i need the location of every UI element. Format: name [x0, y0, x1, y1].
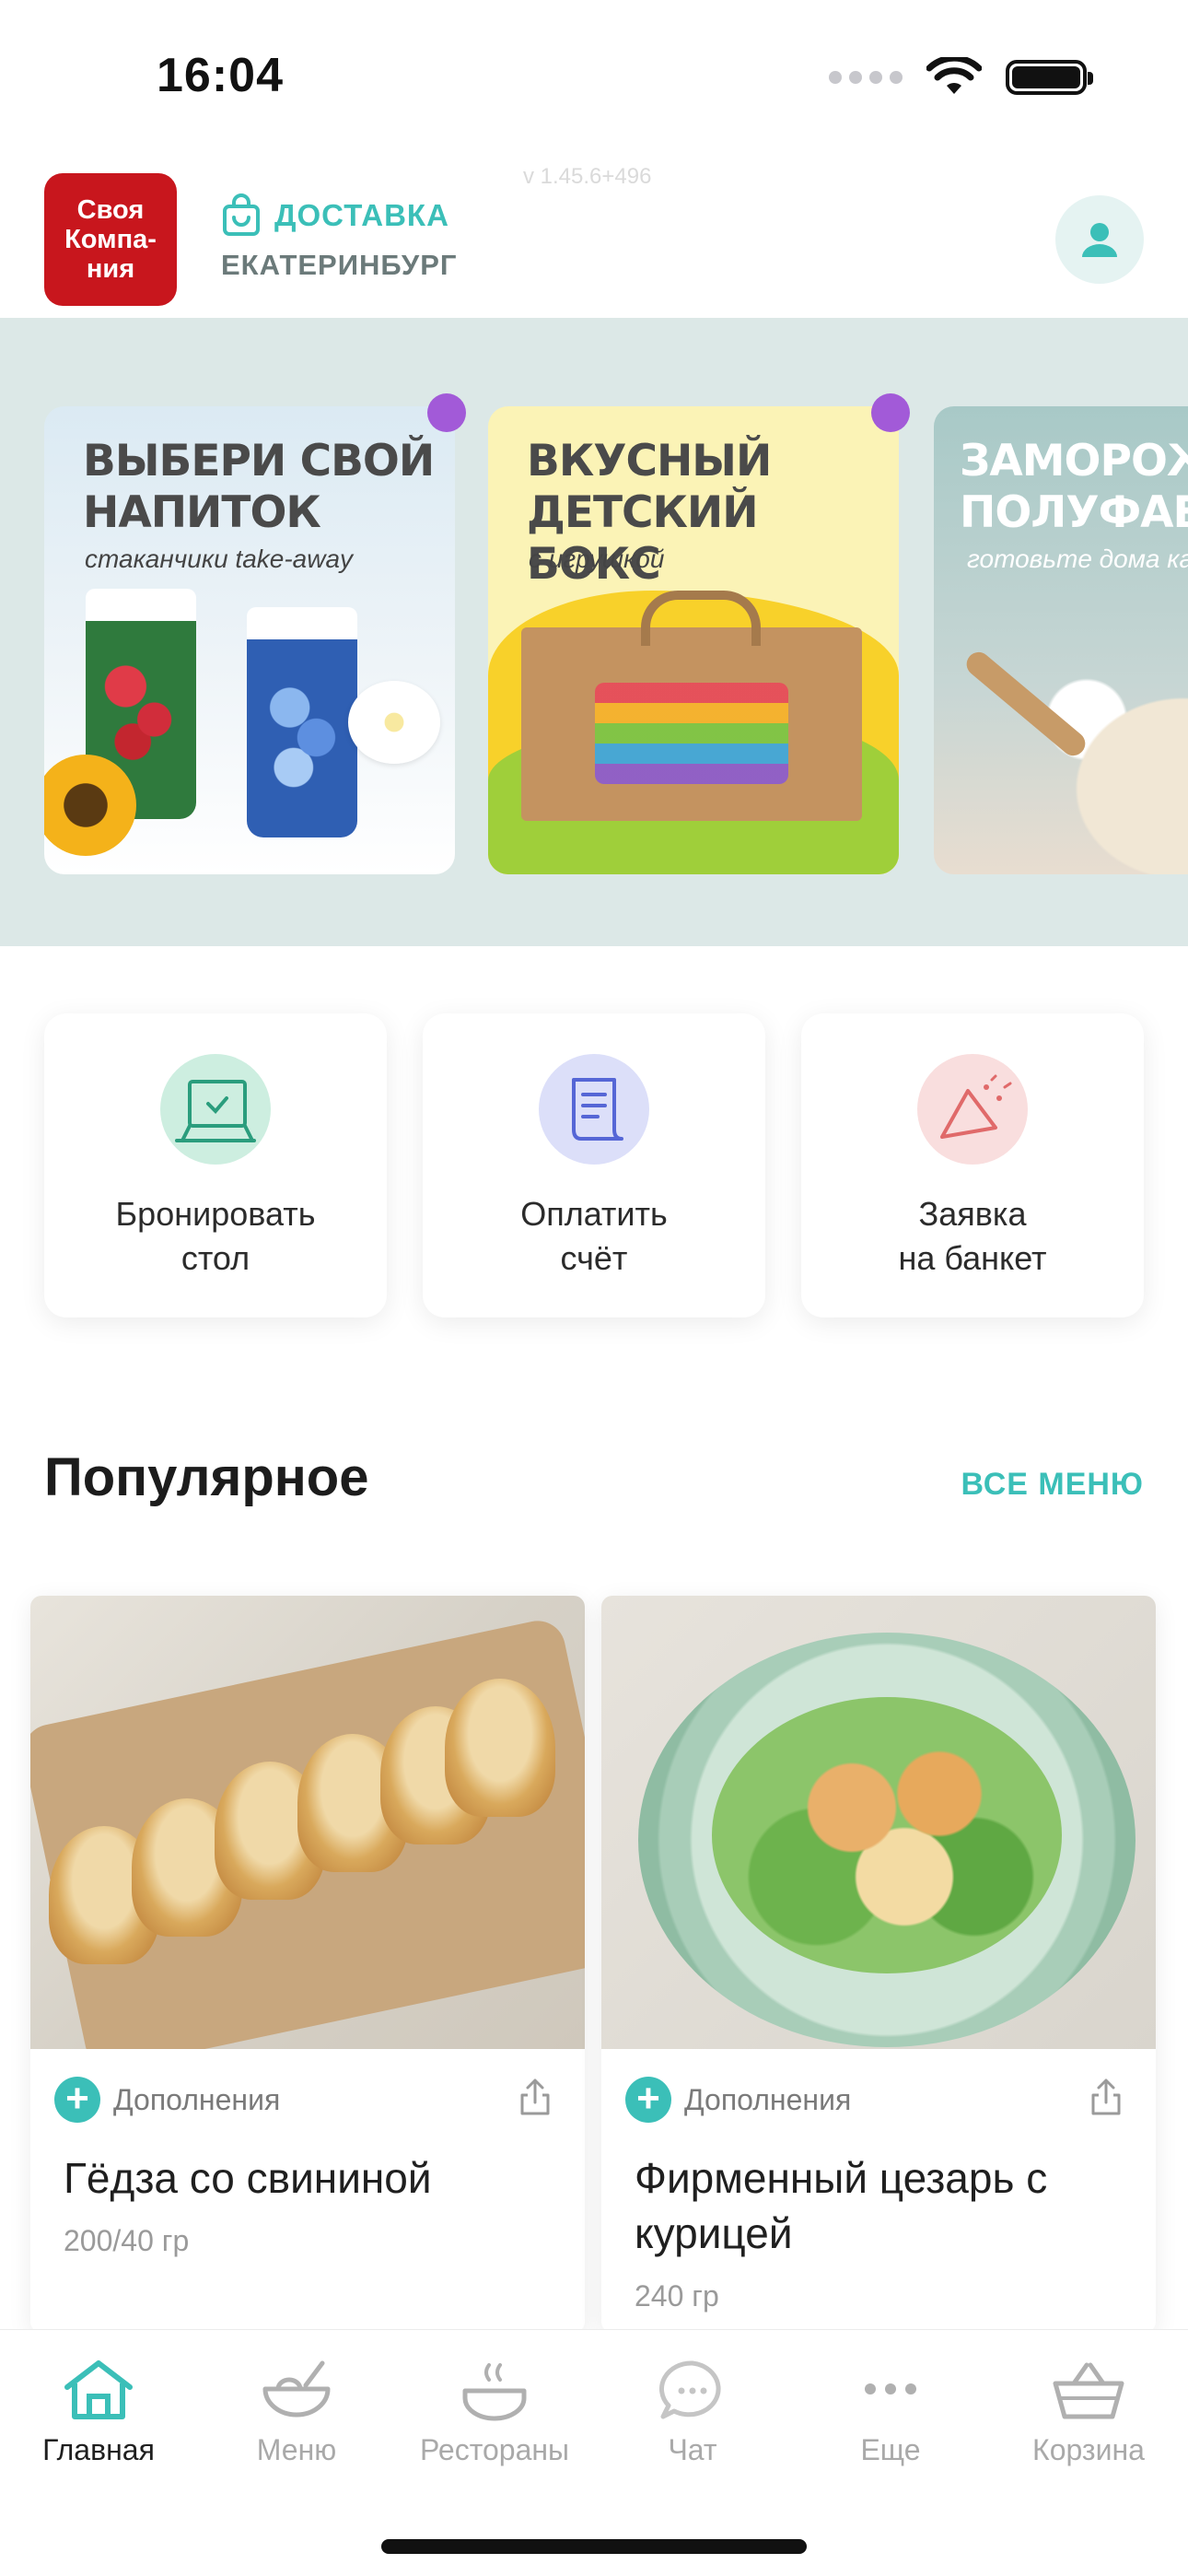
- product-weight: 240 гр: [635, 2279, 719, 2313]
- addons-button[interactable]: + Дополнения: [54, 2077, 280, 2123]
- banner-subtitle: готовьте дома как в: [967, 544, 1188, 573]
- more-icon: [865, 2383, 916, 2395]
- share-icon[interactable]: [1089, 2077, 1123, 2117]
- city-label[interactable]: ЕКАТЕРИНБУРГ: [221, 249, 457, 282]
- tab-chat[interactable]: Чат: [600, 2358, 785, 2467]
- addons-label: Дополнения: [113, 2082, 281, 2116]
- tab-label: Главная: [42, 2433, 155, 2466]
- status-bar: 16:04: [0, 0, 1188, 157]
- pay-bill-button[interactable]: Оплатить счёт: [423, 1013, 765, 1317]
- new-badge: [871, 393, 910, 432]
- action-label: Заявка на банкет: [898, 1195, 1047, 1277]
- brand-logo[interactable]: Своя Компа- ния: [44, 173, 177, 306]
- share-icon[interactable]: [518, 2077, 552, 2117]
- home-icon: [64, 2360, 133, 2419]
- book-table-button[interactable]: Бронировать стол: [44, 1013, 387, 1317]
- product-card[interactable]: + Дополнения Гёдза со свининой 200/40 гр: [30, 1596, 585, 2333]
- promo-banner-kids-box[interactable]: ВКУСНЫЙ ДЕТСКИЙ БОКС с игрушкой: [488, 393, 910, 874]
- chat-icon: [658, 2360, 721, 2419]
- party-icon: [917, 1054, 1028, 1165]
- product-name: Гёдза со свининой: [64, 2154, 432, 2202]
- tab-restaurants[interactable]: Рестораны: [402, 2358, 587, 2467]
- action-label: Оплатить счёт: [520, 1195, 668, 1277]
- banner-subtitle: с игрушкой: [529, 544, 665, 573]
- basket-icon: [1053, 2362, 1124, 2419]
- sunflower-illustration: [44, 755, 136, 856]
- delivery-label: ДОСТАВКА: [274, 198, 449, 232]
- plus-icon: +: [625, 2077, 671, 2123]
- shopping-bag-icon: [223, 193, 260, 236]
- bowl-icon: [262, 2360, 331, 2418]
- product-weight: 200/40 гр: [64, 2224, 190, 2257]
- promo-banner-frozen[interactable]: ЗАМОРОЖЕ ПОЛУФАБРИ готовьте дома как в: [934, 406, 1188, 874]
- logo-line-1: Своя: [76, 195, 145, 225]
- new-badge: [427, 393, 466, 432]
- plus-icon: +: [54, 2077, 100, 2123]
- tab-cart[interactable]: Корзина: [996, 2358, 1181, 2467]
- product-photo: [601, 1596, 1156, 2049]
- all-menu-link[interactable]: ВСЕ МЕНЮ: [961, 1467, 1144, 1503]
- box-illustration: [521, 591, 862, 821]
- addons-label: Дополнения: [684, 2082, 852, 2116]
- product-list: + Дополнения Гёдза со свининой 200/40 гр…: [30, 1596, 1188, 2333]
- promo-banner-drink[interactable]: ВЫБЕРИ СВОЙ НАПИТОК стаканчики take-away: [44, 393, 466, 874]
- banquet-request-button[interactable]: Заявка на банкет: [801, 1013, 1144, 1317]
- wifi-icon: [926, 57, 982, 94]
- quick-actions: Бронировать стол Оплатить счёт Заявка на…: [44, 1013, 1144, 1317]
- addons-button[interactable]: + Дополнения: [625, 2077, 851, 2123]
- tab-label: Чат: [668, 2433, 717, 2466]
- table-reserve-icon: [160, 1054, 271, 1165]
- signal-icon: [829, 71, 903, 84]
- tab-label: Меню: [256, 2433, 337, 2466]
- tab-label: Корзина: [1032, 2433, 1145, 2466]
- version-label: v 1.45.6+496: [523, 164, 652, 189]
- flower-illustration: [348, 681, 440, 764]
- tab-label: Рестораны: [419, 2433, 570, 2466]
- product-card[interactable]: + Дополнения Фирменный цезарь с курицей …: [601, 1596, 1156, 2333]
- cup-illustration: [247, 607, 357, 837]
- banner-title: ВЫБЕРИ СВОЙ НАПИТОК: [83, 436, 435, 538]
- logo-line-3: ния: [86, 254, 135, 284]
- tab-home[interactable]: Главная: [6, 2358, 191, 2467]
- user-icon: [1082, 223, 1117, 257]
- action-label: Бронировать стол: [115, 1195, 316, 1277]
- banner-title: ЗАМОРОЖЕ ПОЛУФАБРИ: [960, 436, 1188, 538]
- receipt-icon: [539, 1054, 649, 1165]
- status-time: 16:04: [157, 49, 284, 102]
- logo-line-2: Компа-: [64, 225, 157, 254]
- restaurant-icon: [462, 2363, 527, 2421]
- promo-carousel[interactable]: ВЫБЕРИ СВОЙ НАПИТОК стаканчики take-away…: [0, 318, 1188, 946]
- status-icons: [829, 57, 1093, 98]
- banner-subtitle: стаканчики take-away: [85, 544, 354, 573]
- delivery-mode-selector[interactable]: ДОСТАВКА: [221, 193, 449, 238]
- section-title: Популярное: [44, 1447, 369, 1507]
- battery-icon: [1006, 60, 1093, 95]
- product-photo: [30, 1596, 585, 2049]
- tab-more[interactable]: Еще: [798, 2358, 983, 2467]
- product-name: Фирменный цезарь с курицей: [635, 2154, 1048, 2257]
- app-header: v 1.45.6+496 Своя Компа- ния ДОСТАВКА ЕК…: [0, 157, 1188, 318]
- profile-button[interactable]: [1055, 195, 1144, 284]
- home-indicator[interactable]: [381, 2539, 807, 2554]
- tab-menu[interactable]: Меню: [204, 2358, 389, 2467]
- tab-label: Еще: [860, 2433, 921, 2466]
